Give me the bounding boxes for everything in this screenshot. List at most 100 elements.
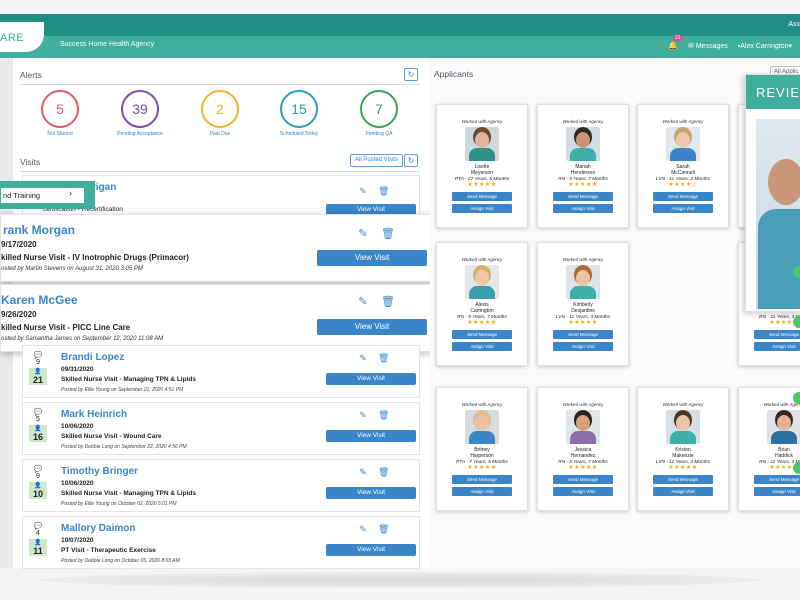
send-message-button[interactable]: Send Message	[553, 330, 613, 339]
visit-card: 💬 5 👤 16 Mark Heinrich 10/06/2020 Skilled Nurs…	[22, 402, 420, 455]
view-visit-button[interactable]: View Visit	[326, 430, 416, 442]
view-visit-button[interactable]: View Visit	[317, 319, 427, 335]
trash-icon[interactable]: 🗑	[378, 410, 389, 420]
applicant-avatar[interactable]	[465, 265, 499, 299]
assign-visit-button[interactable]: Assign Visit	[553, 204, 613, 213]
status-dot	[793, 462, 800, 474]
visit-patient-name[interactable]: rank Morgan	[3, 223, 75, 237]
trash-icon[interactable]: 🗑	[381, 297, 395, 308]
applicant-avatar[interactable]	[566, 410, 600, 444]
avatar-body	[469, 148, 495, 161]
visit-posted-by: Posted by Debbie Long on September 22, 2…	[61, 444, 187, 450]
edit-icon[interactable]: ✎	[358, 524, 368, 534]
send-message-button[interactable]: Send Message	[553, 192, 613, 201]
assign-visit-button[interactable]: Assign Visit	[452, 204, 512, 213]
trash-icon[interactable]: 🗑	[381, 229, 395, 240]
applicant-last-name: Haddick	[774, 453, 794, 459]
visit-counts: 💬 9 👤 10	[29, 466, 47, 499]
message-count[interactable]: 💬 4	[29, 523, 47, 537]
visit-date: 10/07/2020	[61, 537, 94, 544]
trash-icon[interactable]: 🗑	[378, 353, 389, 363]
alert-label: Pending Acceptance	[117, 131, 163, 137]
worked-with-agency-label: Worked with Agency	[562, 257, 604, 262]
visit-patient-name[interactable]: Timothy Bringer	[61, 466, 138, 477]
applicant-last-name: Desjardins	[571, 308, 595, 314]
assign-visit-button[interactable]: Assign Visit	[452, 342, 512, 351]
avatar-head	[676, 415, 690, 431]
applicant-count[interactable]: 👤 11	[29, 539, 47, 556]
avatar-head	[576, 415, 590, 431]
send-message-button[interactable]: Send Message	[754, 475, 800, 484]
view-visit-button[interactable]: View Visit	[326, 544, 416, 556]
send-message-button[interactable]: Send Message	[754, 330, 800, 339]
alert-tile[interactable]: 5 Not Started	[30, 90, 90, 137]
message-count[interactable]: 💬 9	[29, 466, 47, 480]
assign-visit-button[interactable]: Assign Visit	[553, 487, 613, 496]
applicant-count[interactable]: 👤 10	[29, 482, 47, 499]
visit-patient-name[interactable]: Karen McGee	[1, 293, 78, 307]
send-message-button[interactable]: Send Message	[452, 330, 512, 339]
alerts-refresh-button[interactable]: ↻	[404, 68, 418, 81]
assign-visit-button[interactable]: Assign Visit	[653, 204, 713, 213]
worked-with-agency-label: Worked with Agency	[562, 402, 604, 407]
message-count[interactable]: 💬 9	[29, 352, 47, 366]
edit-icon[interactable]: ✎	[358, 297, 368, 308]
edit-icon[interactable]: ✎	[358, 467, 368, 477]
applicant-last-name: McConnell	[671, 170, 695, 176]
review-panel: REVIEW	[745, 74, 800, 312]
alerts-divider	[20, 84, 420, 85]
avatar-body	[570, 286, 596, 299]
star-rating: ★★★★★	[769, 320, 799, 326]
applicant-avatar[interactable]	[666, 410, 700, 444]
applicant-avatar[interactable]	[566, 127, 600, 161]
assign-visit-button[interactable]: Assign Visit	[754, 487, 800, 496]
edit-icon[interactable]: ✎	[358, 229, 368, 240]
alert-tile[interactable]: 15 Scheduled Today	[269, 90, 329, 137]
applicant-last-name: Henderson	[570, 170, 596, 176]
notifications-button[interactable]: 🔔 21	[668, 35, 683, 50]
menu-item-training[interactable]: nd Training ›	[1, 188, 84, 203]
applicant-avatar[interactable]	[465, 127, 499, 161]
applicant-avatar[interactable]	[666, 127, 700, 161]
logo[interactable]: ARE	[0, 22, 44, 52]
applicant-count[interactable]: 👤 21	[29, 368, 47, 385]
applicant-avatar[interactable]	[767, 410, 800, 444]
trash-icon[interactable]: 🗑	[378, 524, 389, 534]
visit-patient-name[interactable]: Brandi Lopez	[61, 352, 124, 363]
trash-icon[interactable]: 🗑	[378, 186, 389, 196]
view-visit-button[interactable]: View Visit	[317, 250, 427, 266]
assign-visit-button[interactable]: Assign Visit	[653, 487, 713, 496]
send-message-button[interactable]: Send Message	[452, 475, 512, 484]
send-message-button[interactable]: Send Message	[653, 475, 713, 484]
assign-visit-button[interactable]: Assign Visit	[553, 342, 613, 351]
messages-link[interactable]: ✉ Messages	[688, 42, 728, 50]
view-visit-button[interactable]: View Visit	[326, 373, 416, 385]
trash-icon[interactable]: 🗑	[378, 467, 389, 477]
applicant-count[interactable]: 👤 16	[29, 425, 47, 442]
visit-patient-name[interactable]: Mallory Daimon	[61, 523, 135, 534]
all-posted-visits-button[interactable]: All Posted Visits	[350, 154, 403, 167]
alert-tile[interactable]: 7 Pending QA	[349, 90, 409, 137]
edit-icon[interactable]: ✎	[358, 353, 368, 363]
send-message-button[interactable]: Send Message	[553, 475, 613, 484]
visit-description: killed Nurse Visit - PICC Line Care	[1, 323, 131, 332]
send-message-button[interactable]: Send Message	[452, 192, 512, 201]
message-count[interactable]: 💬 5	[29, 409, 47, 423]
visit-posted-by: Posted by Ellie Young on September 21, 2…	[61, 387, 184, 393]
send-message-button[interactable]: Send Message	[653, 192, 713, 201]
user-menu[interactable]: ▪Alex Carrington▾	[738, 42, 792, 50]
assign-visit-button[interactable]: Assign Visit	[452, 487, 512, 496]
visits-refresh-button[interactable]: ↻	[404, 154, 418, 167]
applicant-avatar[interactable]	[465, 410, 499, 444]
alert-count: 5	[41, 90, 79, 128]
applicant-card: Worked with Agency Sarah McConnell LVN - 11…	[637, 104, 729, 228]
assign-visit-button[interactable]: Assign Visit	[754, 342, 800, 351]
applicant-avatar[interactable]	[566, 265, 600, 299]
edit-icon[interactable]: ✎	[358, 410, 368, 420]
edit-icon[interactable]: ✎	[358, 186, 368, 196]
view-visit-button[interactable]: View Visit	[326, 487, 416, 499]
visit-patient-name[interactable]: Mark Heinrich	[61, 409, 127, 420]
alert-tile[interactable]: 2 Past Due	[190, 90, 250, 137]
alert-tile[interactable]: 39 Pending Acceptance	[110, 90, 170, 137]
refresh-icon: ↻	[407, 70, 415, 79]
